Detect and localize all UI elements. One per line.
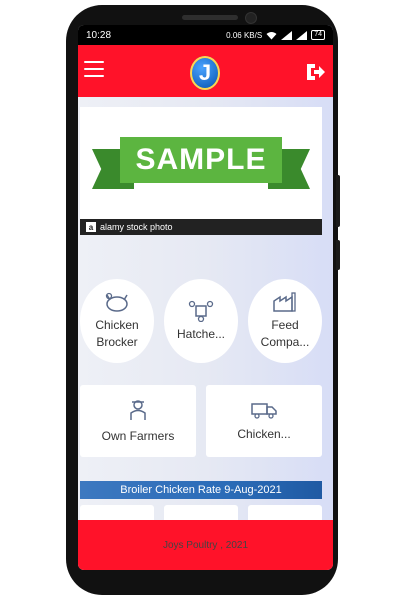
watermark-text: alamy stock photo xyxy=(100,222,173,232)
farmer-icon xyxy=(130,400,146,420)
status-time: 10:28 xyxy=(86,29,112,41)
battery-icon: 74 xyxy=(311,30,325,40)
promo-banner[interactable]: SAMPLE a alamy stock photo xyxy=(80,107,322,235)
watermark-bar: a alamy stock photo xyxy=(80,219,322,235)
watermark-logo: a xyxy=(86,222,96,232)
category-chicken-brocker[interactable]: Chicken Brocker xyxy=(80,279,154,363)
speaker-grille xyxy=(182,15,238,20)
footer-text: Joys Poultry , 2021 xyxy=(162,539,249,551)
category-label: Feed Compa... xyxy=(260,318,310,349)
status-icons: 0.06 KB/S 74 xyxy=(226,30,325,40)
factory-icon xyxy=(273,292,296,312)
card-chicken-transport[interactable]: Chicken... xyxy=(206,385,322,457)
hamburger-icon[interactable] xyxy=(84,61,104,77)
footer: Joys Poultry , 2021 xyxy=(78,520,333,570)
volume-button xyxy=(336,240,340,270)
category-label: Hatche... xyxy=(176,326,226,341)
card-label: Chicken... xyxy=(237,427,291,441)
category-feed-company[interactable]: Feed Compa... xyxy=(248,279,322,363)
truck-icon xyxy=(251,403,277,419)
wifi-icon xyxy=(266,31,277,39)
data-speed: 0.06 KB/S xyxy=(226,30,263,40)
status-bar: 10:28 0.06 KB/S 74 xyxy=(78,25,333,45)
sample-ribbon: SAMPLE xyxy=(120,137,282,183)
app-logo: J xyxy=(190,56,220,90)
broiler-rate-title: Broiler Chicken Rate 9-Aug-2021 xyxy=(80,481,322,499)
power-button xyxy=(336,175,340,227)
chicken-icon xyxy=(105,292,128,312)
card-label: Own Farmers xyxy=(101,429,175,443)
front-camera xyxy=(245,12,257,24)
category-label: Chicken Brocker xyxy=(95,318,139,349)
card-own-farmers[interactable]: Own Farmers xyxy=(80,385,196,457)
signal-icon-2 xyxy=(296,30,308,40)
app-screen: 10:28 0.06 KB/S 74 J SAMPLE a alamy stoc… xyxy=(78,25,333,570)
category-hatchery[interactable]: Hatche... xyxy=(164,279,238,363)
signal-icon xyxy=(281,30,293,40)
app-header: J xyxy=(78,45,333,97)
logout-icon[interactable] xyxy=(305,63,325,81)
hatchery-icon xyxy=(188,300,214,322)
